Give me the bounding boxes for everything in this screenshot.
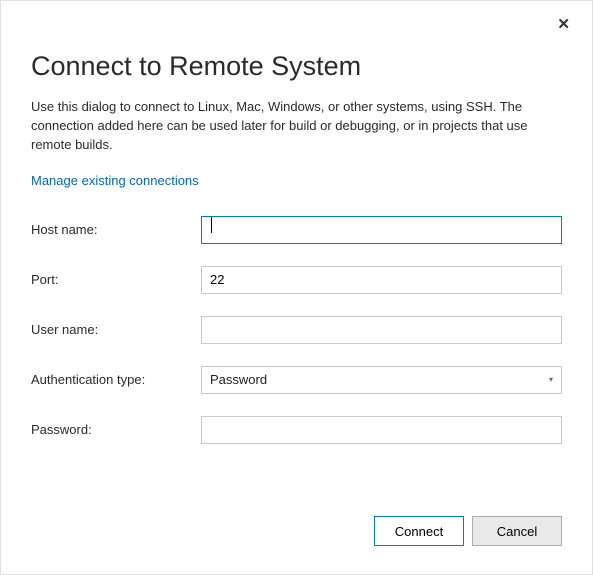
port-row: Port:	[31, 266, 562, 294]
close-button[interactable]: ✕	[553, 15, 574, 34]
dialog-content: Connect to Remote System Use this dialog…	[1, 1, 592, 496]
connect-button[interactable]: Connect	[374, 516, 464, 546]
password-label: Password:	[31, 422, 201, 437]
close-icon: ✕	[557, 16, 570, 33]
username-row: User name:	[31, 316, 562, 344]
hostname-input[interactable]	[201, 216, 562, 244]
authtype-value: Password	[210, 372, 267, 387]
cancel-button[interactable]: Cancel	[472, 516, 562, 546]
dialog-description: Use this dialog to connect to Linux, Mac…	[31, 98, 562, 155]
hostname-label: Host name:	[31, 222, 201, 237]
manage-connections-link[interactable]: Manage existing connections	[31, 173, 199, 188]
authtype-select[interactable]: Password ▾	[201, 366, 562, 394]
authtype-row: Authentication type: Password ▾	[31, 366, 562, 394]
dialog-title: Connect to Remote System	[31, 51, 562, 82]
password-input[interactable]	[201, 416, 562, 444]
port-label: Port:	[31, 272, 201, 287]
button-row: Connect Cancel	[374, 516, 562, 546]
password-row: Password:	[31, 416, 562, 444]
text-caret	[211, 217, 212, 233]
chevron-down-icon: ▾	[549, 375, 553, 384]
username-input[interactable]	[201, 316, 562, 344]
authtype-label: Authentication type:	[31, 372, 201, 387]
username-label: User name:	[31, 322, 201, 337]
port-input[interactable]	[201, 266, 562, 294]
hostname-row: Host name:	[31, 216, 562, 244]
